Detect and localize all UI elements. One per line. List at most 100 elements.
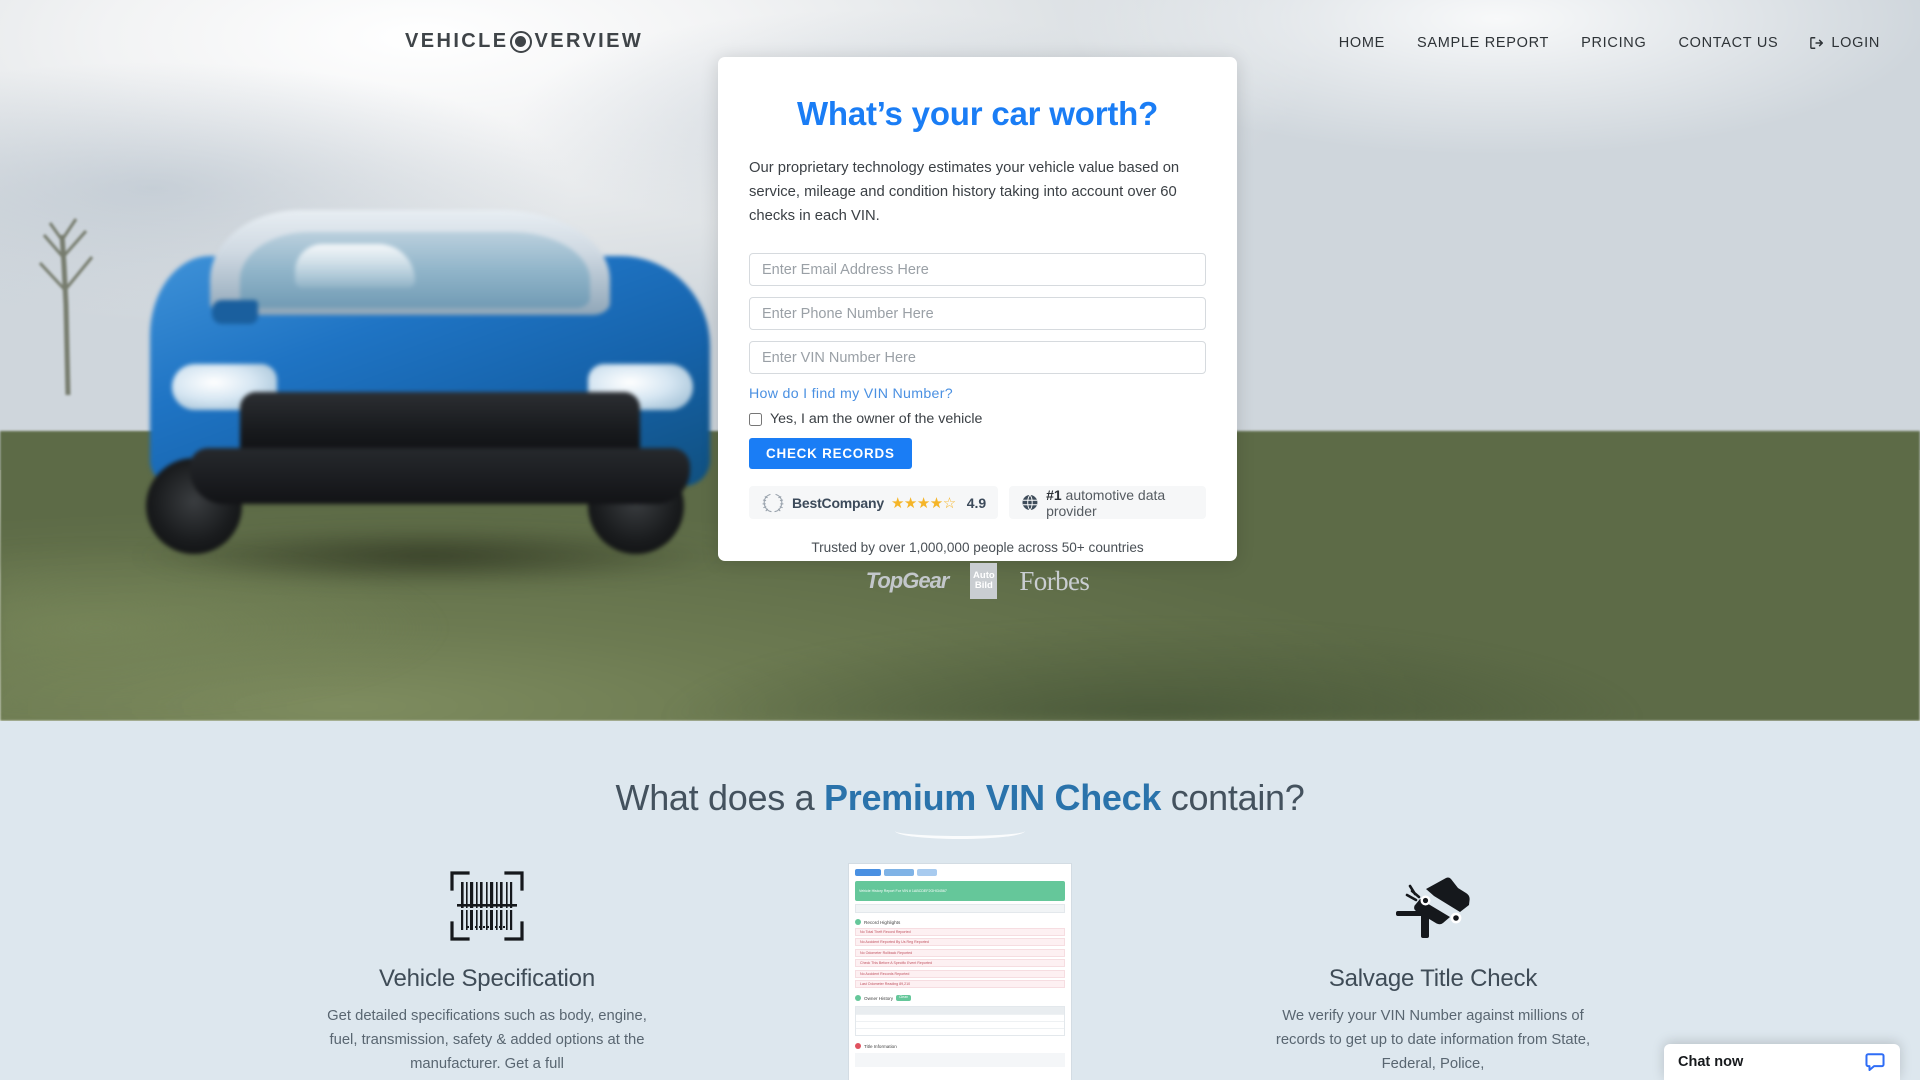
top-navigation-bar: VEHICLE VERVIEW HOME SAMPLE REPORT PRICI… <box>0 0 1920 80</box>
premium-vin-check-section: What does a Premium VIN Check contain? V… <box>0 721 1920 1080</box>
best-company-label: BestCompany <box>792 494 884 511</box>
hero-section: VEHICLE VERVIEW HOME SAMPLE REPORT PRICI… <box>0 0 1920 721</box>
nav-link-sample-report[interactable]: SAMPLE REPORT <box>1401 31 1565 55</box>
report-alert-row: Last Odometer Reading 89,210 <box>855 980 1065 988</box>
data-provider-label: #1 automotive data provider <box>1046 487 1194 519</box>
nav-links: HOME SAMPLE REPORT PRICING CONTACT US LO… <box>1323 31 1880 55</box>
nav-link-login[interactable]: LOGIN <box>1794 31 1880 55</box>
stars-filled: ★★★★ <box>890 494 943 512</box>
section-heading-post: contain? <box>1161 777 1305 818</box>
report-header-text: Vehicle History Report For VIN # 1ABCDEF… <box>859 889 947 893</box>
report-alert-row: Check This Before A Specific Event Repor… <box>855 959 1065 967</box>
form-description: Our proprietary technology estimates you… <box>749 160 1180 225</box>
report-alert-text: No Total Theft Record Reported <box>860 929 911 934</box>
report-tab-summary <box>855 869 881 876</box>
report-tabs <box>855 869 1065 876</box>
report-tab-more <box>917 869 937 876</box>
nav-link-home[interactable]: HOME <box>1323 31 1401 55</box>
report-alert-row: No Accident Reported By Us Reg Reported <box>855 938 1065 946</box>
feature-icon-wrap <box>317 863 657 949</box>
feature-card-body: Get detailed specifications such as body… <box>327 1008 647 1072</box>
feature-card-sample-report: Vehicle History Report For VIN # 1ABCDEF… <box>790 863 1130 1080</box>
laurel-wreath-icon <box>762 493 784 512</box>
press-logo-autobild: Auto Bild <box>970 563 998 600</box>
blurred-suv-photo <box>90 196 750 596</box>
vin-help-link[interactable]: How do I find my VIN Number? <box>749 386 1206 402</box>
best-company-score: 4.9 <box>966 494 987 511</box>
owner-checkbox[interactable] <box>749 412 762 426</box>
feature-card-body: We verify your VIN Number against millio… <box>1275 1008 1591 1072</box>
feature-card-title: Vehicle Specification <box>379 965 595 992</box>
press-logo-topgear: TopGear <box>865 568 950 594</box>
report-table-title-row: Owner History Clean <box>855 995 1065 1001</box>
sign-in-icon <box>1810 37 1824 49</box>
table-row <box>856 1021 1064 1028</box>
owner-checkbox-row: Yes, I am the owner of the vehicle <box>749 411 1206 427</box>
star-rating-icons: ★★★★ ☆ <box>891 494 956 512</box>
report-footer-title-row: Title Information <box>855 1043 1065 1049</box>
status-dot-icon <box>855 1043 861 1049</box>
section-heading-highlight: Premium VIN Check <box>824 777 1162 818</box>
report-header-bar: Vehicle History Report For VIN # 1ABCDEF… <box>855 881 1065 901</box>
logo-text-post: VERVIEW <box>534 30 644 52</box>
report-alert-text: No Accident Reported By Us Reg Reported <box>860 940 929 944</box>
chat-widget[interactable]: Chat now <box>1664 1044 1900 1080</box>
phone-field[interactable] <box>749 297 1206 331</box>
feature-card-salvage-title-check: Salvage Title Check We verify your VIN N… <box>1263 863 1603 1080</box>
press-logo-forbes: Forbes <box>1019 565 1090 596</box>
trusted-by-line: Trusted by over 1,000,000 people across … <box>811 540 1144 556</box>
nav-link-login-label: LOGIN <box>1831 35 1880 51</box>
status-dot-icon <box>855 995 861 1001</box>
report-alert-text: Last Odometer Reading 89,210 <box>860 982 911 986</box>
report-tab-records <box>884 869 914 876</box>
report-alert-text: No Odometer Rollback Reported <box>860 950 913 955</box>
nav-link-pricing[interactable]: PRICING <box>1565 31 1662 55</box>
table-row <box>856 1028 1064 1035</box>
email-field[interactable] <box>749 253 1206 287</box>
vin-field[interactable] <box>749 341 1206 375</box>
barcode-scanner-icon <box>450 871 524 941</box>
trust-badges-row: BestCompany ★★★★ ☆ 4.9 #1 automotive data… <box>749 486 1206 520</box>
section-heading-pre: What does a <box>615 777 825 818</box>
eye-circle-icon <box>510 30 533 53</box>
salvage-car-icon <box>1396 877 1470 938</box>
best-company-badge: BestCompany ★★★★ ☆ 4.9 <box>749 486 999 520</box>
report-footer-block <box>855 1053 1065 1067</box>
page-title: What’s your car worth? <box>796 95 1159 132</box>
feature-icon-wrap <box>1263 863 1603 949</box>
owner-checkbox-label[interactable]: Yes, I am the owner of the vehicle <box>770 411 982 427</box>
feature-card-vehicle-specification: Vehicle Specification Get detailed speci… <box>317 863 657 1080</box>
report-table-title: Owner History <box>864 995 894 1001</box>
report-alert-row: No Accident Records Reported <box>855 969 1065 978</box>
press-logos-row: TopGear Auto Bild Forbes <box>749 563 1206 600</box>
sample-report-preview[interactable]: Vehicle History Report For VIN # 1ABCDEF… <box>848 863 1072 1080</box>
report-footer-title: Title Information <box>864 1043 897 1049</box>
chat-bubble-icon <box>1865 1053 1885 1071</box>
report-section-title-row: Record Highlights <box>855 919 1065 925</box>
data-provider-badge: #1 automotive data provider <box>1009 486 1206 520</box>
report-subheader <box>855 904 1065 913</box>
feature-card-title: Salvage Title Check <box>1328 965 1538 992</box>
report-alert-row: No Total Theft Record Reported <box>855 927 1065 936</box>
heading-underline-swoosh <box>895 823 1025 839</box>
nav-link-contact-us[interactable]: CONTACT US <box>1662 31 1794 55</box>
report-alert-row: No Odometer Rollback Reported <box>855 948 1065 957</box>
table-row <box>856 1014 1064 1021</box>
feature-cards: Vehicle Specification Get detailed speci… <box>0 863 1920 1080</box>
report-section-title: Record Highlights <box>864 919 901 925</box>
chat-widget-label: Chat now <box>1678 1054 1744 1070</box>
site-logo[interactable]: VEHICLE VERVIEW <box>405 30 643 53</box>
section-heading: What does a Premium VIN Check contain? <box>0 777 1920 819</box>
autobild-line2: Bild <box>974 580 993 592</box>
status-dot-icon <box>855 919 861 925</box>
globe-icon <box>1022 495 1038 511</box>
check-records-button[interactable]: CHECK RECORDS <box>749 438 912 470</box>
report-alert-text: No Accident Records Reported <box>860 971 910 976</box>
report-table-badge: Clean <box>896 995 911 1001</box>
data-provider-rank: #1 <box>1046 486 1062 503</box>
report-alert-text: Check This Before A Specific Event Repor… <box>860 961 933 965</box>
data-provider-text: automotive data provider <box>1046 486 1166 519</box>
vehicle-value-form-card: What’s your car worth? Our proprietary t… <box>718 57 1237 600</box>
logo-text-pre: VEHICLE <box>405 30 509 52</box>
report-table <box>855 1006 1065 1036</box>
